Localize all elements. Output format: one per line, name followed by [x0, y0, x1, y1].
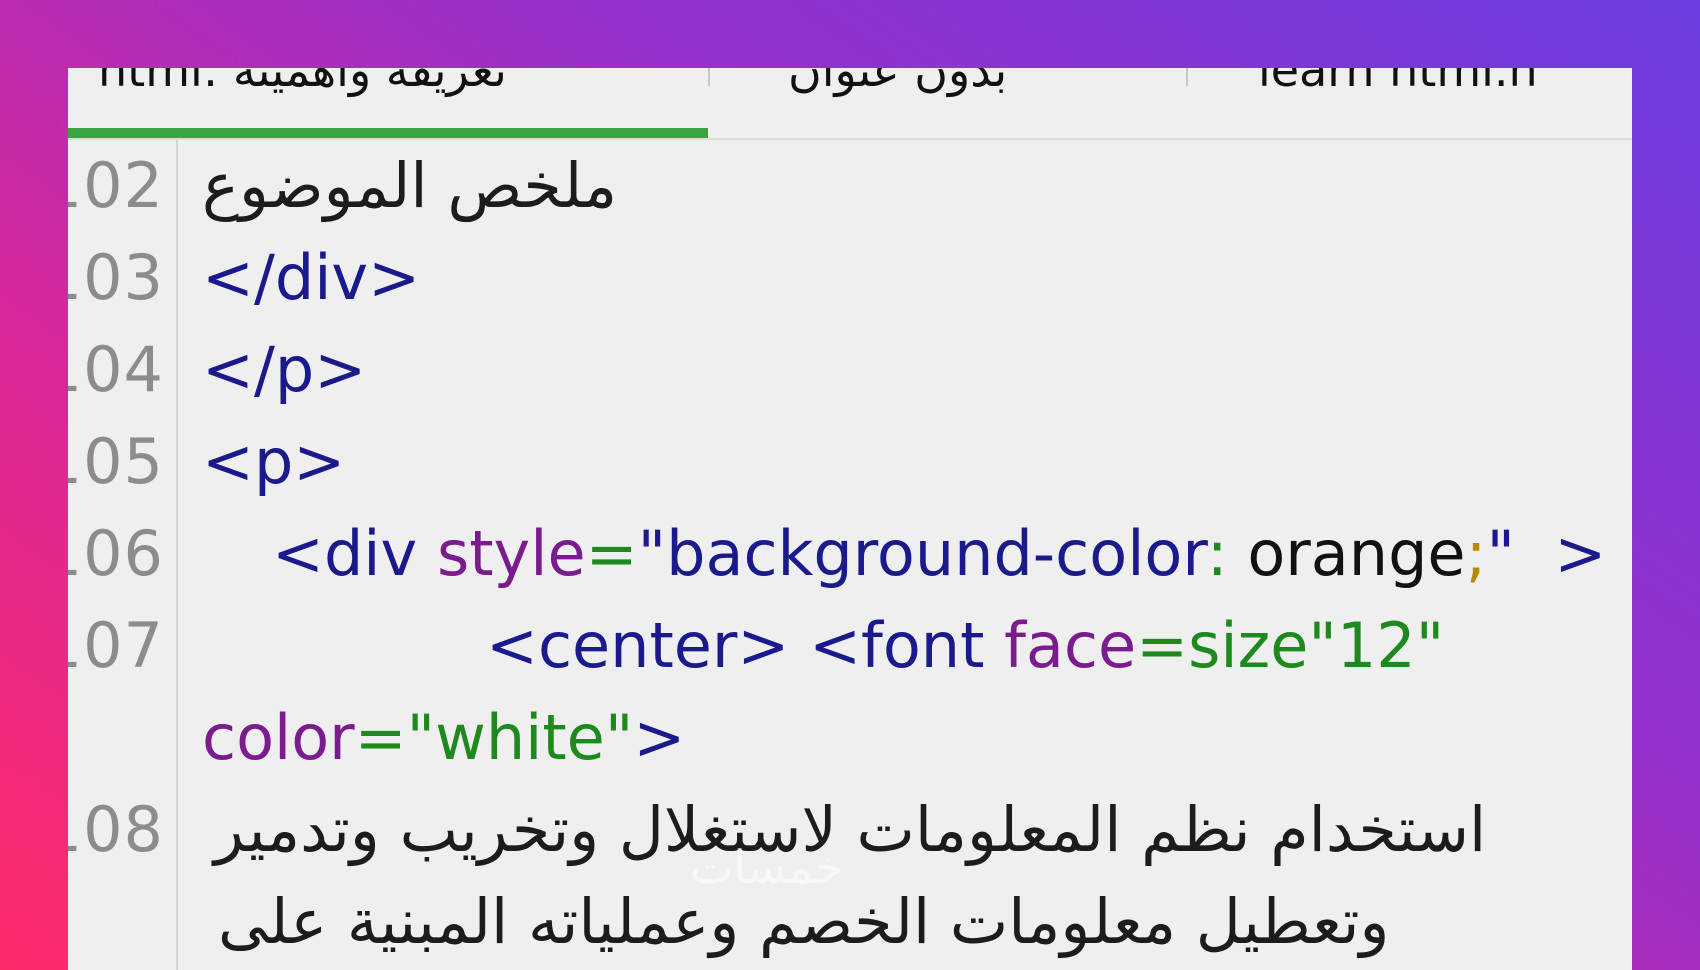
tab-label: learn html.h — [1258, 68, 1538, 97]
code-token-value: orange — [1247, 517, 1466, 590]
line-number-gutter: 102 103 104 105 106 107 108 — [68, 140, 178, 970]
code-line-wrapped: color="white"> — [202, 692, 685, 784]
code-token-punct: : — [1206, 517, 1248, 590]
line-number: 107 — [68, 609, 164, 682]
code-token-tag: <center> <font — [486, 609, 1005, 682]
code-token-string: "white" — [406, 701, 634, 774]
code-line: ملخص الموضوع — [202, 149, 618, 222]
code-token-semicolon: ; — [1465, 517, 1487, 590]
watermark: خمسات — [690, 840, 844, 894]
code-token-tag-close: > — [633, 701, 686, 774]
line-number: 103 — [68, 241, 164, 314]
active-tab-indicator — [68, 128, 708, 138]
code-line: <p> — [202, 425, 346, 498]
code-token-equals: = — [354, 701, 407, 774]
line-number: 105 — [68, 425, 164, 498]
tab-bar: html: تعريفه وأهميته بدون عنوان learn ht… — [68, 68, 1632, 140]
code-line: </div> — [202, 241, 421, 314]
line-number: 108 — [68, 793, 164, 866]
code-token-tag-close: " > — [1486, 517, 1607, 590]
tab-divider — [708, 68, 710, 86]
code-editor: html: تعريفه وأهميته بدون عنوان learn ht… — [68, 68, 1632, 970]
tab-learn-html[interactable]: learn html.h — [1258, 68, 1632, 138]
tab-label: بدون عنوان — [788, 68, 1008, 97]
code-token-string: "12" — [1308, 609, 1445, 682]
code-line: <div style="background-color: orange;" > — [272, 508, 1606, 600]
code-token-equals: = — [585, 517, 638, 590]
code-token-attribute: face — [1004, 609, 1137, 682]
tab-divider — [1186, 68, 1188, 86]
tab-untitled[interactable]: بدون عنوان — [788, 68, 1148, 138]
code-token-equals: = — [1136, 609, 1189, 682]
line-number: 106 — [68, 517, 164, 590]
code-token-string: "background-color — [637, 517, 1207, 590]
code-token-attribute: color — [202, 701, 355, 774]
code-token-attribute-value: size — [1188, 609, 1309, 682]
code-line: <center> <font face=size"12" — [486, 600, 1444, 692]
line-number: 104 — [68, 333, 164, 406]
tab-label: html: تعريفه وأهميته — [98, 68, 507, 97]
line-number: 102 — [68, 149, 164, 222]
code-token-tag: <div — [272, 517, 437, 590]
code-line: استخدام نظم المعلومات لاستغلال وتخريب وت… — [214, 793, 1487, 866]
code-token-attribute: style — [436, 517, 586, 590]
code-line: </p> — [202, 333, 367, 406]
